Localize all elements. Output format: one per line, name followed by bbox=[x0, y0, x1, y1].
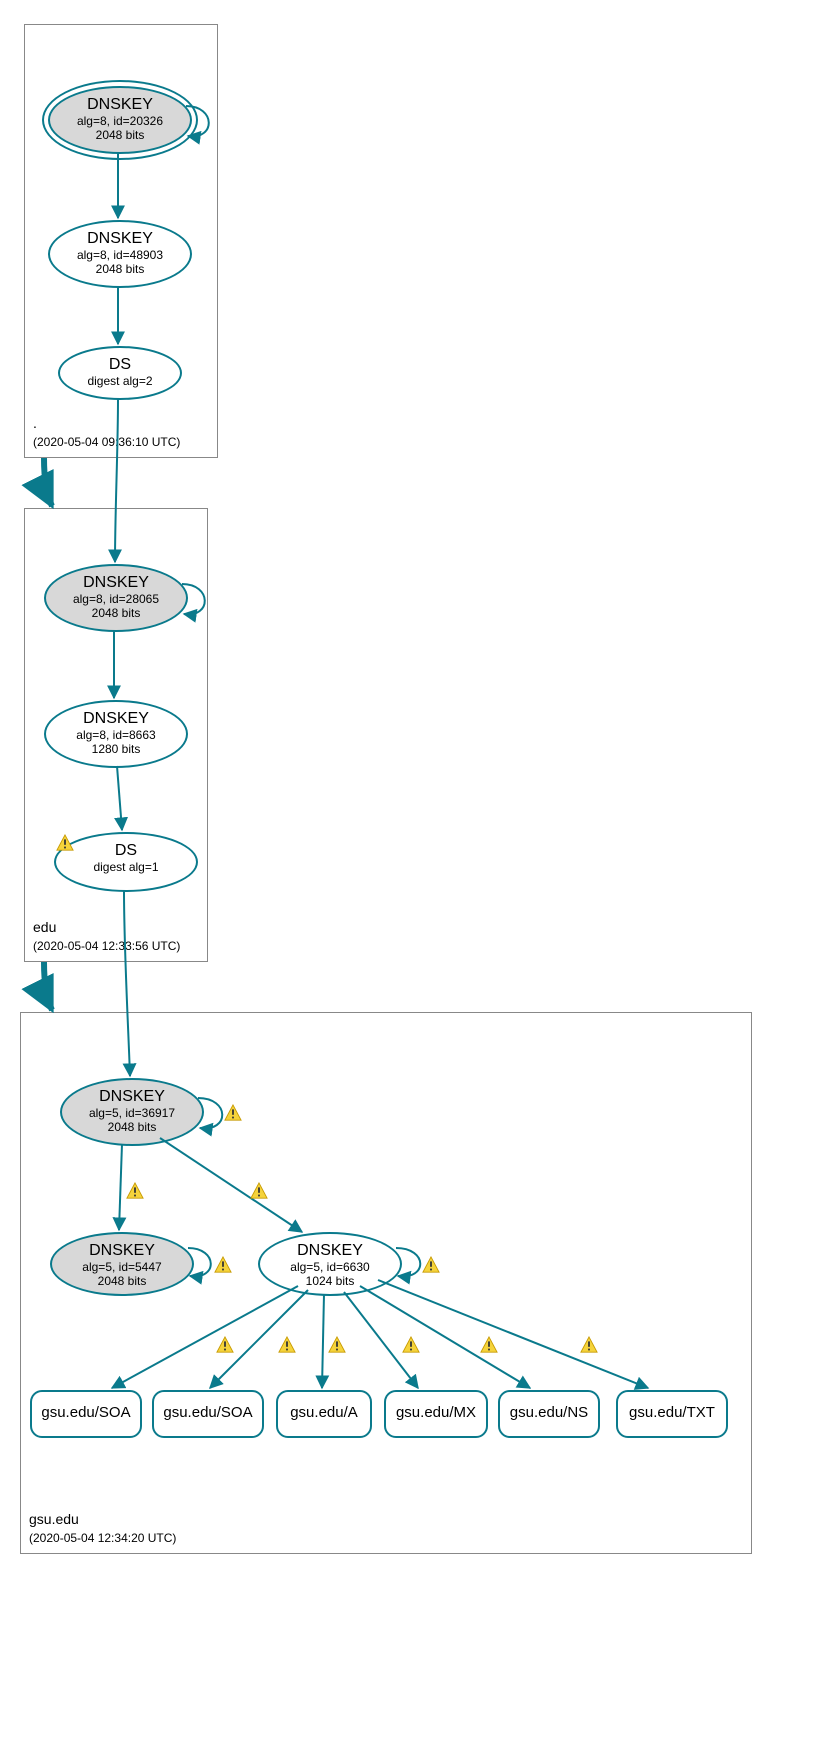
node-gsu-ksk[interactable]: DNSKEY alg=5, id=36917 2048 bits bbox=[60, 1078, 204, 1146]
node-sub1: digest alg=2 bbox=[60, 374, 180, 388]
rr-label: gsu.edu/NS bbox=[500, 1404, 598, 1421]
zone-root-timestamp: (2020-05-04 09:36:10 UTC) bbox=[33, 435, 180, 449]
node-sub1: alg=8, id=8663 bbox=[46, 728, 186, 742]
node-sub2: 2048 bits bbox=[52, 1274, 192, 1288]
rr-label: gsu.edu/MX bbox=[386, 1404, 486, 1421]
node-title: DNSKEY bbox=[50, 96, 190, 114]
zone-edu-timestamp: (2020-05-04 12:33:56 UTC) bbox=[33, 939, 180, 953]
node-rr-txt[interactable]: gsu.edu/TXT bbox=[616, 1390, 728, 1438]
node-sub1: alg=5, id=6630 bbox=[260, 1260, 400, 1274]
node-rr-a[interactable]: gsu.edu/A bbox=[276, 1390, 372, 1438]
node-sub2: 2048 bits bbox=[50, 128, 190, 142]
node-gsu-zsk[interactable]: DNSKEY alg=5, id=6630 1024 bits bbox=[258, 1232, 402, 1296]
node-sub2: 2048 bits bbox=[62, 1120, 202, 1134]
node-sub2: 1024 bits bbox=[260, 1274, 400, 1288]
node-title: DS bbox=[60, 356, 180, 374]
node-title: DNSKEY bbox=[260, 1242, 400, 1260]
node-title: DNSKEY bbox=[52, 1242, 192, 1260]
rr-label: gsu.edu/SOA bbox=[154, 1404, 262, 1421]
rr-label: gsu.edu/TXT bbox=[618, 1404, 726, 1421]
node-rr-ns[interactable]: gsu.edu/NS bbox=[498, 1390, 600, 1438]
zone-edu-name: edu bbox=[33, 919, 56, 935]
node-sub1: digest alg=1 bbox=[56, 860, 196, 874]
node-sub2: 1280 bits bbox=[46, 742, 186, 756]
rr-label: gsu.edu/A bbox=[278, 1404, 370, 1421]
node-root-ksk[interactable]: DNSKEY alg=8, id=20326 2048 bits bbox=[48, 86, 192, 154]
zone-root-name: . bbox=[33, 415, 37, 431]
node-edu-ds[interactable]: DS digest alg=1 bbox=[54, 832, 198, 892]
node-root-zsk[interactable]: DNSKEY alg=8, id=48903 2048 bits bbox=[48, 220, 192, 288]
zone-gsu-name: gsu.edu bbox=[29, 1511, 79, 1527]
node-title: DNSKEY bbox=[50, 230, 190, 248]
node-sub1: alg=8, id=28065 bbox=[46, 592, 186, 606]
node-gsu-k2[interactable]: DNSKEY alg=5, id=5447 2048 bits bbox=[50, 1232, 194, 1296]
node-rr-mx[interactable]: gsu.edu/MX bbox=[384, 1390, 488, 1438]
node-title: DNSKEY bbox=[46, 710, 186, 728]
node-sub1: alg=5, id=5447 bbox=[52, 1260, 192, 1274]
node-title: DS bbox=[56, 842, 196, 860]
node-sub1: alg=5, id=36917 bbox=[62, 1106, 202, 1120]
node-sub2: 2048 bits bbox=[46, 606, 186, 620]
node-sub2: 2048 bits bbox=[50, 262, 190, 276]
zone-gsu-timestamp: (2020-05-04 12:34:20 UTC) bbox=[29, 1531, 176, 1545]
rr-label: gsu.edu/SOA bbox=[32, 1404, 140, 1421]
node-edu-ksk[interactable]: DNSKEY alg=8, id=28065 2048 bits bbox=[44, 564, 188, 632]
node-rr-soa2[interactable]: gsu.edu/SOA bbox=[152, 1390, 264, 1438]
node-edu-zsk[interactable]: DNSKEY alg=8, id=8663 1280 bits bbox=[44, 700, 188, 768]
node-sub1: alg=8, id=48903 bbox=[50, 248, 190, 262]
node-rr-soa1[interactable]: gsu.edu/SOA bbox=[30, 1390, 142, 1438]
node-sub1: alg=8, id=20326 bbox=[50, 114, 190, 128]
node-root-ds[interactable]: DS digest alg=2 bbox=[58, 346, 182, 400]
node-title: DNSKEY bbox=[46, 574, 186, 592]
node-title: DNSKEY bbox=[62, 1088, 202, 1106]
